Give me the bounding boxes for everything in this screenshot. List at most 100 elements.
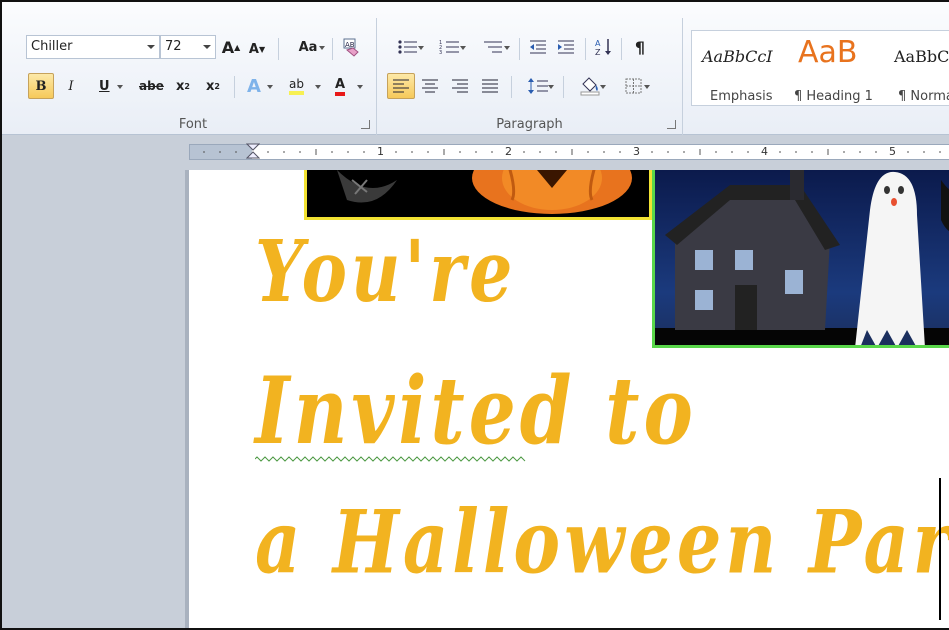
separator: [519, 38, 520, 60]
change-case-button[interactable]: Aa: [288, 34, 328, 60]
font-group-label: Font: [178, 117, 208, 132]
svg-text:3: 3: [439, 50, 442, 56]
pumpkin-image: [337, 170, 632, 214]
indent-marker-icon[interactable]: [246, 143, 260, 161]
underline-icon: U: [99, 78, 110, 94]
separator: [585, 38, 586, 60]
align-center-button[interactable]: [419, 73, 441, 99]
align-right-icon: [452, 79, 468, 93]
style-gallery: AaBbCcI Emphasis AaB ¶ Heading 1 AaBbC ¶…: [691, 30, 949, 106]
document-page[interactable]: You're Invited to a Halloween Party: [189, 170, 949, 628]
separator: [332, 38, 333, 60]
clear-formatting-icon: AB: [343, 38, 359, 57]
bullets-button[interactable]: [389, 34, 427, 60]
shading-dropdown-icon: [600, 85, 606, 89]
invitation-line-2[interactable]: Invited to: [255, 358, 697, 466]
ruler-area: 1 2 3 4 5: [2, 135, 949, 169]
style-sample-heading-1: AaB: [798, 35, 858, 70]
paragraph-dialog-launcher-icon[interactable]: [667, 120, 676, 129]
borders-icon: [625, 78, 642, 94]
haunted-house-clipart[interactable]: [652, 170, 949, 348]
italic-button[interactable]: I: [60, 73, 82, 99]
line-spacing-icon: [528, 78, 548, 94]
separator: [278, 38, 279, 60]
subscript-button[interactable]: x2: [172, 73, 194, 99]
justify-icon: [482, 79, 498, 93]
paragraph-group: 1 2 3 A Z ¶ Paragraph: [377, 18, 683, 135]
text-effects-dropdown-icon: [267, 85, 273, 89]
line-spacing-dropdown-icon: [548, 85, 554, 89]
align-right-button[interactable]: [449, 73, 471, 99]
bold-button[interactable]: B: [28, 73, 54, 99]
text-effects-button[interactable]: A: [242, 73, 276, 99]
separator: [621, 38, 622, 60]
paragraph-group-label: Paragraph: [496, 117, 563, 132]
superscript-icon: x: [206, 78, 215, 94]
multilevel-list-button[interactable]: [473, 34, 513, 60]
shrink-font-button[interactable]: A ▼: [246, 36, 268, 62]
show-formatting-button[interactable]: ¶: [629, 34, 651, 60]
align-left-icon: [393, 79, 409, 93]
ruler-number: 5: [889, 145, 896, 158]
superscript-button[interactable]: x2: [202, 73, 224, 99]
font-dialog-launcher-icon[interactable]: [361, 120, 370, 129]
strikethrough-button[interactable]: abe: [138, 73, 165, 99]
ruler-number: 1: [377, 145, 384, 158]
horizontal-ruler[interactable]: 1 2 3 4 5: [189, 143, 949, 161]
pumpkin-clipart[interactable]: [304, 170, 652, 220]
change-case-dropdown-icon: [319, 46, 325, 50]
bullets-icon: [398, 40, 417, 54]
ruler-number: 2: [505, 145, 512, 158]
highlight-button[interactable]: ab: [284, 73, 324, 99]
text-effects-icon: A: [247, 75, 261, 97]
invitation-line-1[interactable]: You're: [255, 222, 516, 322]
multilevel-list-dropdown-icon: [504, 46, 510, 50]
style-name-normal: ¶ Norma: [898, 89, 949, 104]
text-cursor: [939, 478, 941, 620]
borders-button[interactable]: [615, 73, 653, 99]
strikethrough-icon: abe: [139, 79, 164, 93]
font-name-value: Chiller: [31, 39, 73, 54]
font-color-dropdown-icon: [357, 85, 363, 89]
bold-icon: B: [35, 78, 47, 94]
line-spacing-button[interactable]: [519, 73, 557, 99]
highlight-dropdown-icon: [315, 85, 321, 89]
font-name-combo[interactable]: Chiller: [26, 35, 160, 59]
sort-icon: A Z: [595, 39, 611, 57]
font-name-dropdown-icon[interactable]: [147, 45, 155, 49]
style-name-emphasis: Emphasis: [710, 89, 773, 104]
decrease-indent-button[interactable]: [527, 34, 549, 60]
ruler-number: 3: [633, 145, 640, 158]
grow-font-button[interactable]: A ▲: [220, 34, 242, 60]
font-color-button[interactable]: A: [330, 73, 366, 99]
paint-bucket-icon: [580, 77, 600, 96]
haunted-house-image: [655, 170, 949, 345]
font-color-icon: A: [335, 77, 346, 96]
justify-button[interactable]: [479, 73, 501, 99]
subscript-icon: x: [176, 78, 185, 94]
bullets-dropdown-icon: [418, 46, 424, 50]
highlight-icon: ab: [289, 77, 304, 95]
borders-dropdown-icon: [644, 85, 650, 89]
ruler-number: 4: [761, 145, 768, 158]
font-size-dropdown-icon[interactable]: [203, 45, 211, 49]
font-size-combo[interactable]: 72: [160, 35, 216, 59]
separator: [511, 76, 512, 98]
sort-button[interactable]: A Z: [593, 34, 615, 60]
pilcrow-icon: ¶: [634, 37, 646, 57]
ribbon: Chiller 72 A ▲ A ▼ Aa AB B I U abe x 2 x…: [2, 2, 949, 135]
numbering-button[interactable]: 1 2 3: [431, 34, 469, 60]
shading-button[interactable]: [571, 73, 609, 99]
svg-text:Z: Z: [595, 48, 601, 57]
align-left-button[interactable]: [387, 73, 415, 99]
shrink-font-icon: A: [248, 41, 259, 57]
align-center-icon: [422, 79, 438, 93]
word-window: Chiller 72 A ▲ A ▼ Aa AB B I U abe x 2 x…: [0, 0, 949, 630]
underline-button[interactable]: U: [92, 73, 126, 99]
separator: [234, 76, 235, 98]
font-size-value: 72: [165, 39, 182, 54]
clear-formatting-button[interactable]: AB: [340, 34, 362, 60]
invitation-line-3[interactable]: a Halloween Party: [255, 490, 949, 594]
increase-indent-button[interactable]: [555, 34, 577, 60]
svg-text:A: A: [595, 39, 601, 48]
